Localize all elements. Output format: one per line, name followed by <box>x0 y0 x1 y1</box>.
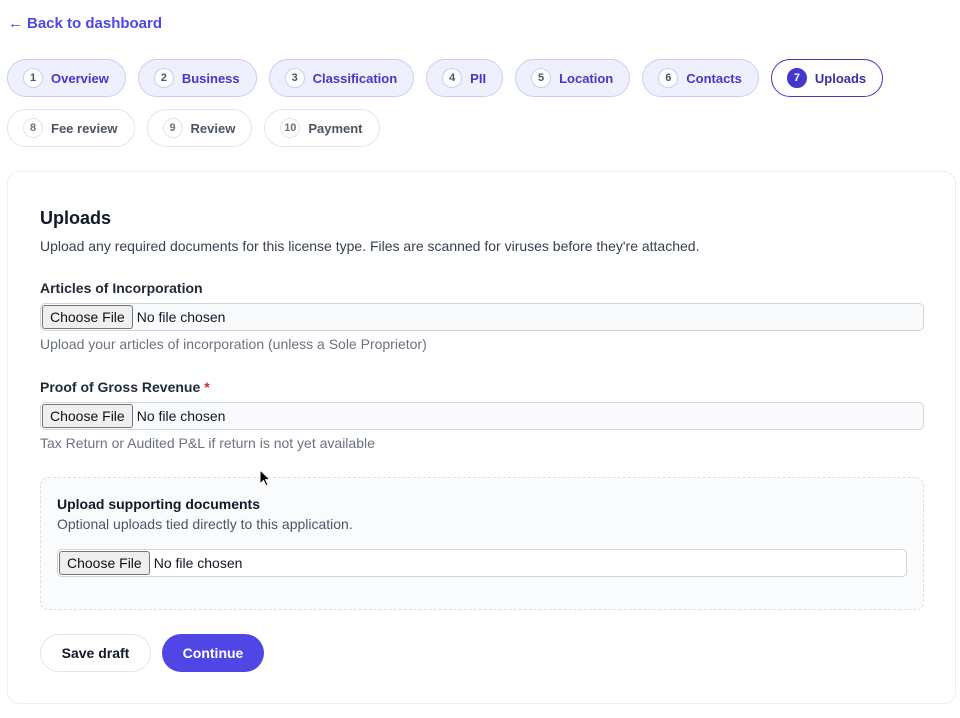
choose-file-button[interactable]: Choose File <box>59 551 150 575</box>
proof-of-gross-revenue-file-input[interactable]: Choose File No file chosen <box>40 402 924 430</box>
field-label-text: Proof of Gross Revenue <box>40 379 201 395</box>
step-fee-review[interactable]: 8 Fee review <box>7 109 135 147</box>
step-label: Business <box>181 70 240 86</box>
arrow-left-icon: ← <box>8 15 23 32</box>
step-payment[interactable]: 10 Payment <box>264 109 380 147</box>
supporting-documents-panel: Upload supporting documents Optional upl… <box>40 477 924 610</box>
step-business[interactable]: 2 Business <box>137 59 257 97</box>
step-number: 6 <box>658 68 679 88</box>
step-pii[interactable]: 4 PII <box>426 59 504 97</box>
file-status: No file chosen <box>136 408 226 424</box>
articles-of-incorporation-help: Upload your articles of incorporation (u… <box>40 336 427 352</box>
supporting-documents-description: Optional uploads tied directly to this a… <box>57 516 353 532</box>
step-uploads[interactable]: 7 Uploads <box>770 59 884 97</box>
step-location[interactable]: 5 Location <box>515 59 631 97</box>
save-draft-button[interactable]: Save draft <box>40 634 151 672</box>
step-overview[interactable]: 1 Overview <box>7 59 126 97</box>
step-label: Overview <box>51 70 109 86</box>
step-label: PII <box>470 70 487 86</box>
file-status: No file chosen <box>136 309 226 325</box>
back-link-label: Back to dashboard <box>27 15 163 32</box>
proof-of-gross-revenue-label: Proof of Gross Revenue * <box>40 379 210 395</box>
mouse-cursor-icon <box>259 469 271 487</box>
step-review[interactable]: 9 Review <box>146 109 253 147</box>
step-number: 7 <box>786 68 807 88</box>
supporting-documents-title: Upload supporting documents <box>57 496 260 512</box>
step-classification[interactable]: 3 Classification <box>268 59 415 97</box>
section-description: Upload any required documents for this l… <box>40 238 700 254</box>
step-number: 9 <box>162 118 183 138</box>
choose-file-button[interactable]: Choose File <box>42 404 133 428</box>
step-label: Classification <box>312 70 398 86</box>
section-title: Uploads <box>40 208 112 228</box>
articles-of-incorporation-label: Articles of Incorporation <box>40 280 203 296</box>
articles-of-incorporation-file-input[interactable]: Choose File No file chosen <box>40 303 924 331</box>
step-number: 5 <box>531 68 552 88</box>
step-label: Location <box>559 70 614 86</box>
step-contacts[interactable]: 6 Contacts <box>642 59 759 97</box>
step-number: 2 <box>153 68 174 88</box>
step-number: 1 <box>23 68 43 88</box>
supporting-documents-file-input[interactable]: Choose File No file chosen <box>57 549 907 577</box>
file-status: No file chosen <box>153 555 243 571</box>
proof-of-gross-revenue-help: Tax Return or Audited P&L if return is n… <box>40 435 375 451</box>
required-marker: * <box>204 379 210 395</box>
step-label: Contacts <box>686 70 742 86</box>
step-number: 4 <box>442 68 463 88</box>
step-label: Review <box>190 120 236 136</box>
step-number: 8 <box>23 118 43 138</box>
choose-file-button[interactable]: Choose File <box>42 305 133 329</box>
step-label: Uploads <box>814 70 867 86</box>
step-number: 3 <box>284 68 305 88</box>
step-label: Fee review <box>51 120 118 136</box>
uploads-card: Uploads Upload any required documents fo… <box>7 171 956 704</box>
step-navigation: 1 Overview 2 Business 3 Classification 4 PII… <box>7 59 907 147</box>
step-label: Payment <box>308 120 363 136</box>
step-number: 10 <box>280 118 301 138</box>
continue-button[interactable]: Continue <box>162 634 264 672</box>
back-to-dashboard-link[interactable]: ← Back to dashboard <box>8 15 162 32</box>
